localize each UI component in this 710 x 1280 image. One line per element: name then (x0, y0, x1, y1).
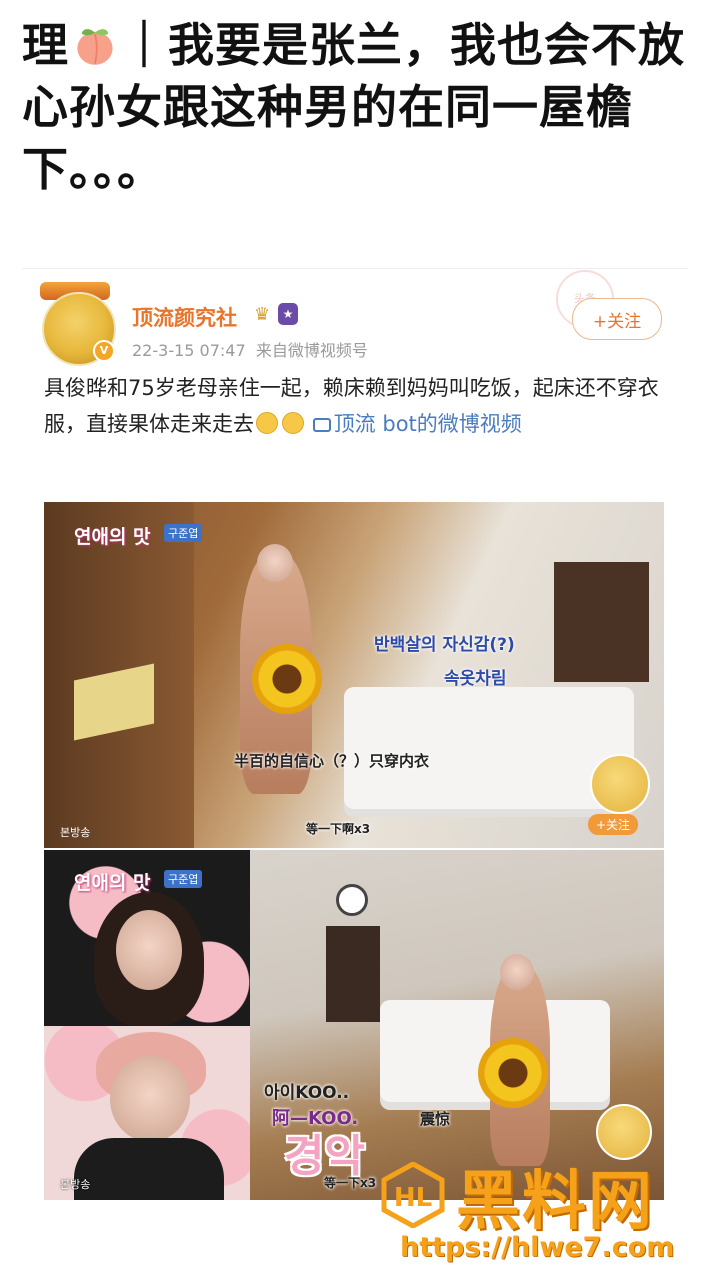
watermark-brand: 黑料网 (456, 1165, 654, 1239)
video-link-text: 顶流 bot的微博视频 (333, 412, 522, 436)
username[interactable]: 顶流颜究社 (132, 302, 237, 332)
show-tag: 구준엽 (164, 524, 203, 542)
hl-logo-letters: HL (394, 1183, 432, 1213)
headline-part1: 理 (22, 18, 69, 72)
follow-button[interactable]: +关注 (572, 298, 662, 340)
show-logo: 연애의 맛 (74, 526, 151, 548)
divider (22, 268, 688, 269)
cabinet (326, 926, 380, 1022)
post-text: 具俊晔和75岁老母亲住一起，赖床赖到妈妈叫吃饭，起床还不穿衣服，直接果体走来走去… (44, 370, 674, 442)
video-still-2[interactable]: 연애의 맛 구준엽 아이KOO.. 阿—KOO. 震惊 경악 等一下x3 본방송 (44, 850, 664, 1200)
weibo-post-card: V 顶流颜究社 ♛ ★ 22-3-15 07:47 来自微博视频号 头条 +关注… (0, 270, 710, 1280)
verified-badge-icon: V (93, 340, 115, 362)
video-link[interactable]: 顶流 bot的微博视频 (312, 412, 522, 436)
wall-clock-icon (336, 884, 368, 916)
broadcast-label: 본방송 (60, 826, 91, 839)
caption-small: 아이KOO.. (264, 1083, 350, 1103)
caption-wait: 等一下啊x3 (306, 822, 371, 836)
caption-wait: 等一下x3 (324, 1176, 377, 1190)
broadcast-label: 본방송 (60, 1178, 91, 1191)
peach-emoji-icon (77, 29, 113, 65)
headline-part2: ｜我要是张兰，我也会不放心孙女跟这种男的在同一屋檐下。。。 (22, 18, 685, 196)
video-still-1[interactable]: 연애의 맛 구준엽 반백살의 자신감(?) 속옷차림 半百的自信心（？）只穿内衣… (44, 502, 664, 848)
caption-kr-1: 반백살의 자신감(?) (374, 635, 515, 655)
caption-cn: 半百的自信心（？）只穿内衣 (234, 752, 430, 770)
person-head (500, 954, 534, 990)
panel-woman-2 (44, 1026, 250, 1200)
sunflower-sticker-icon (478, 1038, 548, 1108)
post-meta: 22-3-15 07:47 来自微博视频号 (132, 337, 368, 361)
face-1 (116, 910, 182, 990)
watermark-url: https://hlwe7.com (400, 1232, 675, 1263)
show-tag: 구준엽 (164, 870, 203, 888)
crown-badge-icon: ♛ (254, 304, 271, 325)
mini-follow-button[interactable]: +关注 (588, 814, 639, 835)
sweat-emoji-icon (256, 412, 278, 434)
caption-kr-2: 속옷차림 (444, 669, 507, 689)
level-badge-icon: ★ (278, 303, 298, 325)
dress (74, 1138, 224, 1200)
headline: 理 ｜我要是张兰，我也会不放心孙女跟这种男的在同一屋檐下。。。 (22, 14, 692, 200)
face-2 (110, 1056, 190, 1142)
hl-logo-icon: HL (381, 1162, 445, 1228)
video-link-icon (312, 418, 331, 432)
sweat-emoji-icon (282, 412, 304, 434)
caption-cn-shock: 震惊 (420, 1110, 451, 1128)
show-logo: 연애의 맛 (74, 872, 151, 894)
person-head (257, 544, 293, 582)
mascot-avatar-icon[interactable] (590, 754, 650, 814)
cabinet (554, 562, 649, 682)
sunflower-sticker-icon (252, 644, 322, 714)
post-source: 来自微博视频号 (255, 341, 368, 360)
post-date: 22-3-15 07:47 (132, 341, 246, 360)
